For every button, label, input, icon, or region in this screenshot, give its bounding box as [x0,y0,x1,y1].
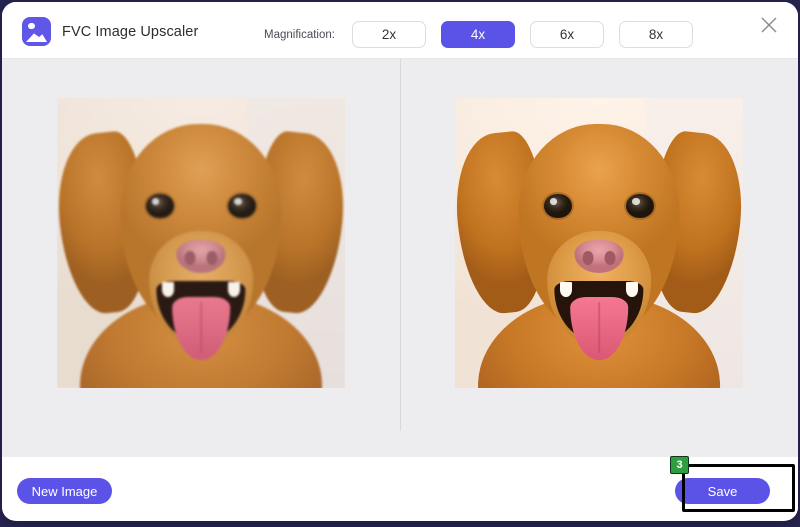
window-header: FVC Image Upscaler Magnification: 2x 4x … [2,2,798,59]
app-brand: FVC Image Upscaler [22,17,198,46]
image-photo-icon [22,17,51,46]
save-button[interactable]: Save [675,478,770,504]
app-window: FVC Image Upscaler Magnification: 2x 4x … [2,2,798,521]
upscaled-dog-image [455,98,743,388]
magnification-option-4x[interactable]: 4x [441,21,515,48]
window-footer: New Image Save [2,457,798,520]
logo-dot [28,23,35,30]
page-title: FVC Image Upscaler [62,24,198,40]
magnification-option-6x[interactable]: 6x [530,21,604,48]
preview-divider [400,59,401,431]
magnification-option-2x[interactable]: 2x [352,21,426,48]
upscaled-image-preview [455,98,743,388]
original-image-preview [57,98,345,388]
magnification-group: Magnification: 2x 4x 6x 8x [264,21,693,48]
magnification-label: Magnification: [264,29,335,41]
close-icon[interactable] [756,12,782,38]
preview-canvas [2,59,798,457]
new-image-button[interactable]: New Image [17,478,112,504]
logo-mountain [26,29,47,42]
magnification-option-8x[interactable]: 8x [619,21,693,48]
original-dog-image [57,98,345,388]
